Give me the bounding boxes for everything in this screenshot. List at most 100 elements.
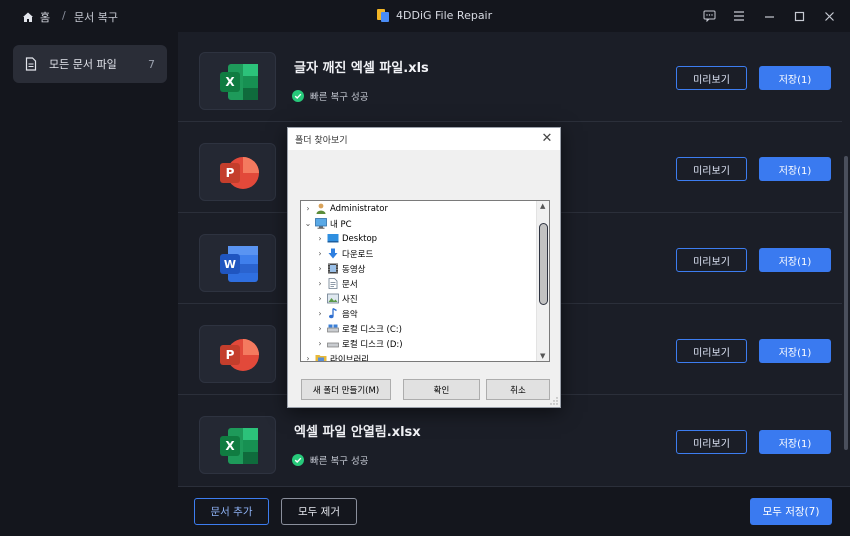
tree-expander[interactable]: › [315, 249, 325, 258]
tree-expander[interactable]: › [315, 339, 325, 348]
excel-file-icon: X [220, 64, 258, 100]
word-file-icon: W [220, 246, 258, 282]
save-button[interactable]: 저장(1) [759, 248, 831, 272]
scroll-down-icon[interactable]: ▼ [540, 352, 545, 360]
scrollbar-thumb[interactable] [844, 156, 848, 450]
powerpoint-file-icon: P [220, 339, 259, 371]
tree-item[interactable]: › 사진 [315, 291, 358, 306]
drive-icon [327, 324, 339, 333]
sidebar-item-all-documents[interactable]: 모든 문서 파일 7 [13, 45, 167, 83]
preview-button[interactable]: 미리보기 [676, 66, 747, 90]
file-thumbnail: W [199, 234, 276, 292]
dialog-title-bar: 폴더 찾아보기 ✕ [288, 128, 560, 150]
tree-expander[interactable]: › [315, 294, 325, 303]
tree-expander[interactable]: › [315, 279, 325, 288]
svg-text:P: P [226, 348, 235, 362]
dialog-title: 폴더 찾아보기 [295, 136, 348, 146]
tree-item-label: 다운로드 [342, 249, 374, 260]
home-link[interactable]: 홈 [22, 9, 50, 25]
file-name: 엑셀 파일 안열림.xlsx [294, 425, 421, 440]
scroll-up-icon[interactable]: ▲ [540, 202, 545, 210]
preview-button[interactable]: 미리보기 [676, 430, 747, 454]
tree-item[interactable]: › Desktop [315, 231, 377, 246]
sidebar: 모든 문서 파일 7 [0, 32, 178, 536]
remove-all-button[interactable]: 모두 제거 [281, 498, 357, 525]
browse-folder-dialog: 폴더 찾아보기 ✕ › Administrator ⌄ 내 PC › Deskt… [287, 127, 561, 408]
bottom-bar: 문서 추가 모두 제거 모두 저장(7) [178, 486, 850, 536]
file-thumbnail: X [199, 416, 276, 474]
file-row: X 글자 깨진 엑셀 파일.xls 빠른 복구 성공 미리보기 저장(1) [178, 32, 842, 122]
tree-expander[interactable]: › [315, 324, 325, 333]
tree-item[interactable]: › 음악 [315, 306, 358, 321]
drive-icon [327, 342, 339, 348]
menu-icon[interactable] [732, 9, 746, 23]
svg-text:X: X [225, 439, 235, 453]
tree-item[interactable]: › 로컬 디스크 (D:) [315, 336, 402, 351]
tree-expander[interactable]: › [315, 234, 325, 243]
tree-item-label: 문서 [342, 279, 358, 290]
dialog-close-icon[interactable]: ✕ [540, 131, 554, 146]
tree-expander[interactable]: › [303, 204, 313, 213]
tree-item[interactable]: › Administrator [303, 201, 388, 216]
recovery-status: 빠른 복구 성공 [292, 89, 368, 103]
tree-expander[interactable]: › [315, 264, 325, 273]
close-icon[interactable] [822, 9, 836, 23]
resize-grip-icon[interactable] [550, 397, 558, 405]
tree-item-label: 라이브러리 [330, 354, 370, 362]
excel-file-icon: X [220, 428, 258, 464]
preview-button[interactable]: 미리보기 [676, 339, 747, 363]
picture-icon [327, 293, 339, 304]
tree-expander[interactable]: › [303, 354, 313, 361]
home-icon [23, 12, 33, 22]
breadcrumb: 문서 복구 [74, 11, 118, 24]
file-thumbnail: P [199, 143, 276, 201]
tree-item[interactable]: › 다운로드 [315, 246, 373, 261]
save-button[interactable]: 저장(1) [759, 157, 831, 181]
tree-item-label: 로컬 디스크 (C:) [342, 324, 402, 335]
tree-expander[interactable]: ⌄ [303, 219, 313, 228]
minimize-icon[interactable] [762, 9, 776, 23]
ok-button[interactable]: 확인 [403, 379, 480, 400]
app-title-text: 4DDiG File Repair [396, 9, 493, 22]
folder-tree-scrollbar[interactable]: ▲ ▼ [536, 201, 549, 361]
scrollbar-thumb[interactable] [539, 223, 548, 305]
tree-expander[interactable]: › [315, 309, 325, 318]
folder-tree[interactable]: › Administrator ⌄ 내 PC › Desktop › 다운로드 … [300, 200, 550, 362]
music-icon [329, 308, 337, 319]
success-check-icon [292, 90, 304, 102]
recovery-status: 빠른 복구 성공 [292, 453, 368, 467]
save-button[interactable]: 저장(1) [759, 430, 831, 454]
tree-item[interactable]: › 동영상 [315, 261, 365, 276]
document-icon [25, 57, 37, 71]
tree-item[interactable]: › 로컬 디스크 (C:) [315, 321, 402, 336]
recovery-status-text: 빠른 복구 성공 [310, 92, 369, 103]
save-button[interactable]: 저장(1) [759, 66, 831, 90]
library-icon [315, 355, 327, 361]
cancel-button[interactable]: 취소 [486, 379, 550, 400]
preview-button[interactable]: 미리보기 [676, 248, 747, 272]
document-icon [328, 278, 338, 289]
tree-item[interactable]: › 문서 [315, 276, 358, 291]
tree-item-label: 동영상 [342, 264, 366, 275]
tree-item[interactable]: ⌄ 내 PC [303, 216, 352, 231]
sidebar-item-count: 7 [148, 57, 155, 71]
add-document-button[interactable]: 문서 추가 [194, 498, 269, 525]
file-list-scrollbar[interactable] [842, 156, 850, 450]
new-folder-button[interactable]: 새 폴더 만들기(M) [301, 379, 391, 400]
tree-item-label: Desktop [342, 233, 378, 244]
download-icon [328, 248, 338, 259]
tree-item[interactable]: › 라이브러리 [303, 351, 370, 362]
title-bar: 홈 / 문서 복구 4DDiG File Repair [0, 0, 850, 32]
save-button[interactable]: 저장(1) [759, 339, 831, 363]
computer-icon [315, 218, 327, 229]
powerpoint-file-icon: P [220, 157, 259, 189]
feedback-icon[interactable] [702, 9, 716, 23]
preview-button[interactable]: 미리보기 [676, 157, 747, 181]
save-all-button[interactable]: 모두 저장(7) [750, 498, 832, 525]
home-label: 홈 [40, 11, 51, 24]
file-thumbnail: P [199, 325, 276, 383]
maximize-icon[interactable] [792, 9, 806, 23]
tree-item-label: 사진 [342, 294, 358, 305]
video-icon [328, 263, 338, 274]
app-title: 4DDiG File Repair [376, 8, 492, 23]
